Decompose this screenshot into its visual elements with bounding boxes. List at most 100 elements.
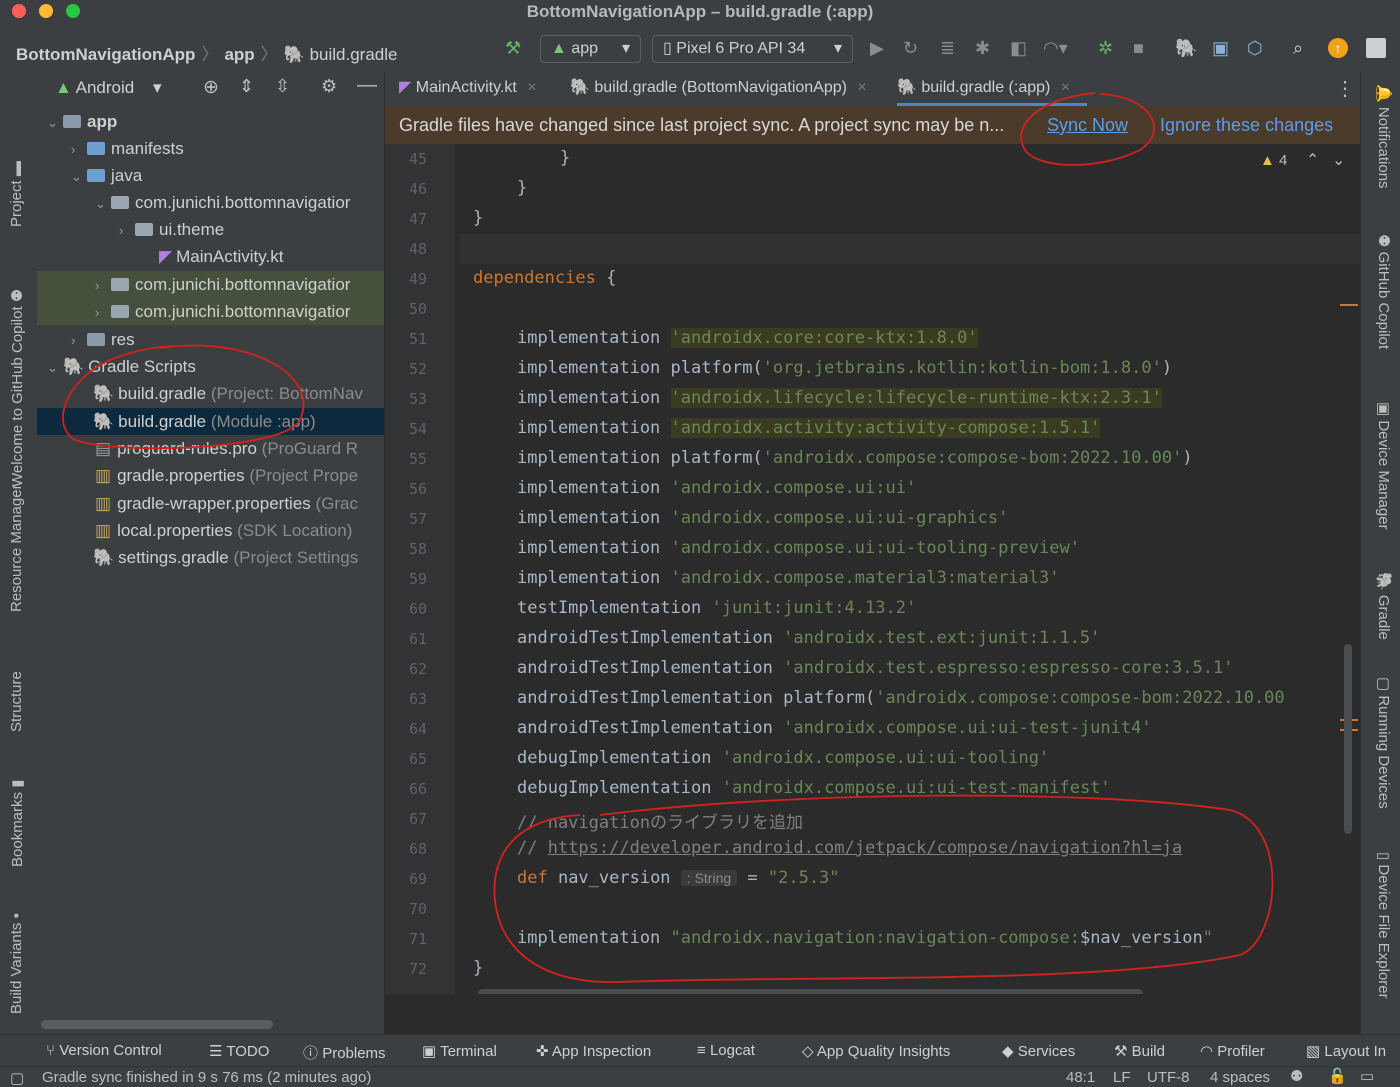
chevron-right-icon[interactable]: › xyxy=(95,272,111,299)
hide-panel-icon[interactable]: — xyxy=(357,74,377,97)
lock-icon[interactable]: 🔓 xyxy=(1328,1067,1347,1085)
tree-item-proguard[interactable]: ▤ proguard-rules.pro (ProGuard R xyxy=(37,435,384,462)
run-icon[interactable]: ▶ xyxy=(870,38,884,59)
sync-gradle-icon[interactable]: 🐘 xyxy=(1175,38,1197,59)
tool-version-control[interactable]: ⑂ Version Control xyxy=(46,1042,162,1059)
docs-link[interactable]: https://developer.android.com/jetpack/co… xyxy=(548,838,1183,858)
tab-github-copilot-welcome[interactable]: Welcome to GitHub Copilot ⚉ xyxy=(8,289,26,487)
chevron-down-icon[interactable]: ⌄ xyxy=(1332,150,1345,170)
tab-notifications[interactable]: 🔔 Notifications xyxy=(1375,84,1393,189)
error-stripe-mark[interactable] xyxy=(1340,304,1358,306)
ignore-changes-link[interactable]: Ignore these changes xyxy=(1160,106,1333,144)
tab-bookmarks[interactable]: Bookmarks ▮ xyxy=(8,780,26,867)
device-select[interactable]: ▯ Pixel 6 Pro API 34 ▾ xyxy=(652,35,853,63)
debug-icon[interactable]: ✱ xyxy=(975,38,990,59)
indent-setting[interactable]: 4 spaces xyxy=(1210,1069,1270,1086)
horizontal-scrollbar[interactable] xyxy=(41,1020,273,1029)
warning-icon[interactable]: ▲ 4 xyxy=(1260,152,1287,169)
tool-build[interactable]: ⚒ Build xyxy=(1114,1042,1165,1060)
status-message[interactable]: Gradle sync finished in 9 s 76 ms (2 min… xyxy=(42,1069,371,1086)
tool-app-inspection[interactable]: ✜ App Inspection xyxy=(536,1042,651,1060)
stop-icon[interactable]: ■ xyxy=(1133,38,1144,59)
tool-logcat[interactable]: ≡ Logcat xyxy=(697,1042,755,1059)
close-icon[interactable]: × xyxy=(527,79,536,96)
collapse-all-icon[interactable]: ⇳ xyxy=(275,76,290,97)
tool-layout-inspector[interactable]: ▧ Layout In xyxy=(1306,1042,1386,1060)
attach-debugger-icon[interactable]: ◠▾ xyxy=(1043,38,1068,59)
debug-attach-icon[interactable]: ✲ xyxy=(1098,38,1113,59)
chevron-right-icon[interactable]: › xyxy=(71,136,87,163)
device-manager-icon[interactable]: ▣ xyxy=(1212,38,1229,59)
chevron-right-icon[interactable]: › xyxy=(71,327,87,354)
chevron-up-icon[interactable]: ⌃ xyxy=(1306,150,1319,170)
tree-item-gradle-properties[interactable]: ▥ gradle.properties (Project Prope xyxy=(37,462,384,489)
tree-item-gradle-scripts[interactable]: ⌄ 🐘 Gradle Scripts xyxy=(37,353,384,380)
apply-code-changes-icon[interactable]: ≣ xyxy=(940,38,955,59)
tool-profiler[interactable]: ◠ Profiler xyxy=(1200,1042,1265,1060)
tab-gradle[interactable]: 🐘 Gradle xyxy=(1375,572,1393,640)
editor-horizontal-scrollbar[interactable] xyxy=(478,989,1143,994)
gear-icon[interactable]: ⚙ xyxy=(321,76,337,97)
run-config-select[interactable]: ▲ app ▾ xyxy=(540,35,641,63)
chevron-down-icon[interactable]: ⌄ xyxy=(47,109,63,136)
tab-project[interactable]: Project ▬ xyxy=(8,161,25,227)
tree-item-manifests[interactable]: › manifests xyxy=(37,135,384,162)
tree-item-main-activity[interactable]: ◤ MainActivity.kt xyxy=(37,243,384,270)
avatar[interactable] xyxy=(1366,38,1386,58)
tab-resource-manager[interactable]: Resource Manager xyxy=(8,484,25,612)
tree-item-build-gradle-module[interactable]: 🐘 build.gradle (Module :app) xyxy=(37,408,384,435)
close-icon[interactable]: × xyxy=(1061,79,1070,96)
tab-structure[interactable]: Structure xyxy=(8,671,25,732)
chevron-down-icon[interactable]: ⌄ xyxy=(95,190,111,217)
tool-services[interactable]: ◆ Services xyxy=(1002,1042,1075,1060)
breadcrumb-project[interactable]: BottomNavigationApp xyxy=(16,45,195,64)
tree-item-gradle-wrapper-properties[interactable]: ▥ gradle-wrapper.properties (Grac xyxy=(37,490,384,517)
update-icon[interactable]: ↑ xyxy=(1328,38,1348,58)
tab-main-activity[interactable]: ◤ MainActivity.kt × xyxy=(399,72,537,106)
toggle-tool-windows-icon[interactable]: ▢ xyxy=(10,1069,24,1087)
tab-device-file-explorer[interactable]: ▯ Device File Explorer xyxy=(1375,852,1393,999)
apply-changes-icon[interactable]: ↻ xyxy=(903,38,918,59)
hammer-icon[interactable]: ⚒ xyxy=(505,38,521,59)
tree-item-res[interactable]: › res xyxy=(37,326,384,353)
chevron-down-icon[interactable]: ⌄ xyxy=(71,163,87,190)
chevron-right-icon[interactable]: › xyxy=(119,217,135,244)
caret-position[interactable]: 48:1 xyxy=(1066,1069,1095,1086)
more-tabs-icon[interactable]: ⋮ xyxy=(1335,76,1355,101)
sync-now-link[interactable]: Sync Now xyxy=(1047,106,1128,144)
tool-app-quality-insights[interactable]: ◇ App Quality Insights xyxy=(802,1042,950,1060)
file-encoding[interactable]: UTF-8 xyxy=(1147,1069,1190,1086)
breadcrumb-file[interactable]: build.gradle xyxy=(310,45,398,64)
breadcrumb-module[interactable]: app xyxy=(224,45,254,64)
copilot-status-icon[interactable]: ⚉ xyxy=(1290,1067,1303,1085)
tree-item-package-android-test[interactable]: › com.junichi.bottomnavigatior xyxy=(37,298,384,325)
tab-running-devices[interactable]: ▢ Running Devices xyxy=(1375,677,1393,809)
tree-item-package-test[interactable]: › com.junichi.bottomnavigatior xyxy=(37,271,384,298)
tree-item-package-main[interactable]: ⌄ com.junichi.bottomnavigatior xyxy=(37,189,384,216)
sdk-manager-icon[interactable]: ⬡ xyxy=(1247,38,1263,59)
tool-terminal[interactable]: ▣ Terminal xyxy=(422,1042,497,1060)
tool-todo[interactable]: ☰ TODO xyxy=(209,1042,269,1060)
code-editor[interactable]: ▲ 4 ⌃ ⌄ } } } dependencies { implementat… xyxy=(460,144,1360,994)
tab-device-manager[interactable]: ▣ Device Manager xyxy=(1375,402,1393,530)
view-mode-select[interactable]: ▲ Android ▾ xyxy=(55,78,162,98)
expand-all-icon[interactable]: ⇕ xyxy=(239,76,254,97)
profile-icon[interactable]: ◧ xyxy=(1010,38,1027,59)
chevron-down-icon[interactable]: ⌄ xyxy=(47,354,63,381)
line-separator[interactable]: LF xyxy=(1113,1069,1131,1086)
search-icon[interactable]: ⌕ xyxy=(1293,38,1303,59)
tab-build-gradle-project[interactable]: 🐘 build.gradle (BottomNavigationApp) × xyxy=(570,72,867,106)
tree-item-build-gradle-project[interactable]: 🐘 build.gradle (Project: BottomNav xyxy=(37,380,384,407)
vertical-scrollbar[interactable] xyxy=(1344,644,1352,834)
tree-item-app[interactable]: ⌄ app xyxy=(37,108,384,135)
tree-item-java[interactable]: ⌄ java xyxy=(37,162,384,189)
tool-problems[interactable]: ⓘ Problems xyxy=(303,1042,386,1063)
tree-item-ui-theme[interactable]: › ui.theme xyxy=(37,216,384,243)
tab-github-copilot[interactable]: ⚉ GitHub Copilot xyxy=(1375,234,1393,349)
memory-indicator-icon[interactable]: ▭ xyxy=(1360,1067,1374,1085)
locate-file-icon[interactable]: ⊕ xyxy=(203,76,219,99)
tab-build-gradle-app[interactable]: 🐘 build.gradle (:app) × xyxy=(897,72,1087,106)
chevron-right-icon[interactable]: › xyxy=(95,299,111,326)
close-icon[interactable]: × xyxy=(857,79,866,96)
tab-build-variants[interactable]: Build Variants ▪ xyxy=(8,913,25,1014)
